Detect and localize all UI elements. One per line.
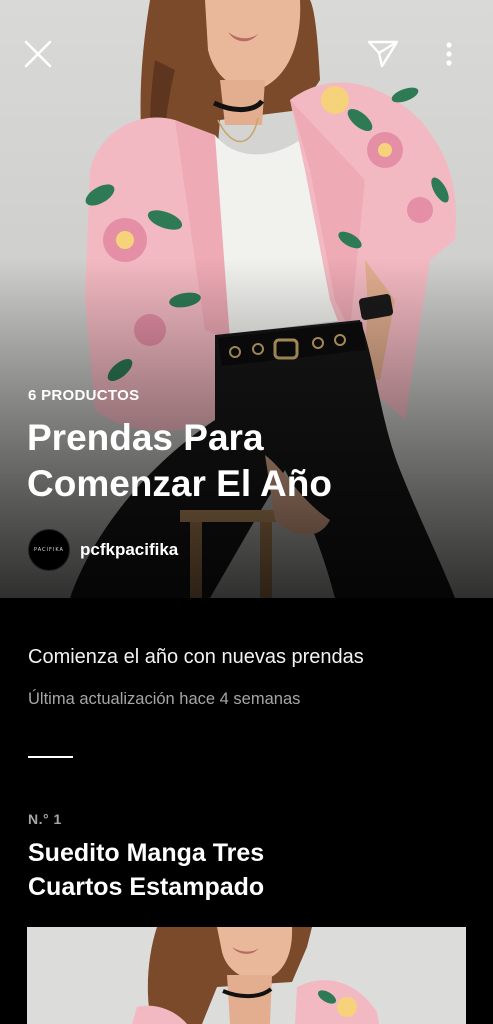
collection-title-line2: Comenzar El Año (27, 463, 332, 504)
collection-cover: 6 PRODUCTOS Prendas Para Comenzar El Año… (0, 0, 493, 598)
more-vertical-icon (446, 42, 452, 66)
username[interactable]: pcfkpacifika (80, 540, 178, 560)
collection-description: Comienza el año con nuevas prendas (28, 646, 364, 668)
product-count: 6 PRODUCTOS (28, 387, 140, 404)
item-title-line2: Cuartos Estampado (28, 873, 265, 901)
divider (28, 756, 73, 758)
item-number: N.° 1 (28, 811, 62, 827)
avatar[interactable]: PACIFIKA (28, 529, 70, 571)
share-button[interactable] (362, 34, 404, 74)
product-photo (27, 927, 466, 1024)
item-title[interactable]: Suedito Manga Tres Cuartos Estampado (28, 836, 448, 904)
paper-plane-icon (367, 40, 399, 68)
close-button[interactable] (18, 34, 58, 74)
product-image[interactable] (27, 927, 466, 1024)
author-row[interactable]: PACIFIKA pcfkpacifika (28, 528, 178, 572)
more-options-button[interactable] (436, 34, 462, 74)
last-updated: Última actualización hace 4 semanas (28, 690, 301, 708)
collection-title-line1: Prendas Para (27, 417, 264, 458)
item-title-line1: Suedito Manga Tres (28, 839, 265, 867)
avatar-logo-text: PACIFIKA (34, 547, 64, 553)
collection-title: Prendas Para Comenzar El Año (27, 415, 467, 507)
close-icon (24, 40, 52, 68)
top-bar (0, 0, 493, 110)
